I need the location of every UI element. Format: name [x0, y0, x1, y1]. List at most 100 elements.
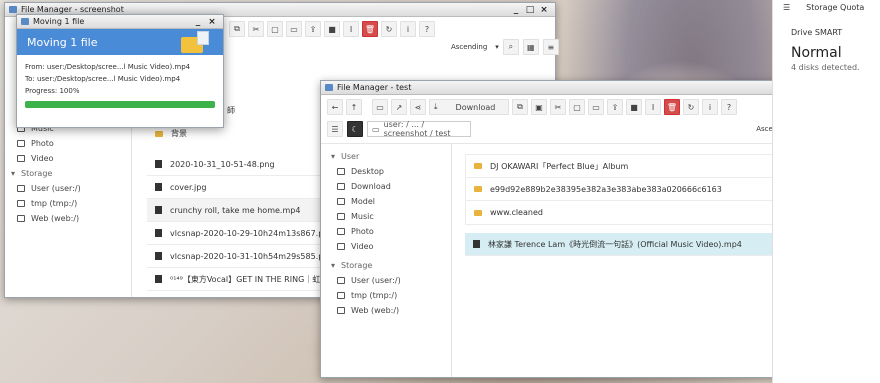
- storage-label: Storage: [341, 261, 373, 270]
- window-title: File Manager - screenshot: [21, 5, 124, 14]
- app-icon: [21, 18, 29, 25]
- folder-label: 師: [227, 106, 235, 115]
- info-icon[interactable]: i: [702, 99, 718, 115]
- dialog-header: Moving 1 file: [17, 29, 223, 55]
- image-file-icon: [155, 252, 162, 260]
- user-header[interactable]: ▾ User: [331, 149, 451, 164]
- sidebar-item-video[interactable]: Video: [331, 239, 451, 254]
- list-item[interactable]: vlcsnap-2020-10-29-10h24m13s867.png: [147, 222, 323, 245]
- list-item[interactable]: crunchy roll, take me home.mp4: [147, 199, 323, 222]
- search-icon[interactable]: ⌕: [502, 39, 519, 55]
- file-name: vlcsnap-2020-10-31-10h54m29s585.png: [170, 251, 323, 261]
- refresh-icon[interactable]: ↻: [683, 99, 699, 115]
- list-item[interactable]: vlcsnap-2020-10-31-10h54m29s585.png: [147, 245, 323, 268]
- sidebar-item-label: Photo: [31, 139, 54, 148]
- file-list: 2020-10-31_10-51-48.png cover.jpg crunch…: [147, 153, 323, 291]
- grid-view-icon[interactable]: ▦: [522, 39, 539, 55]
- open-external-icon[interactable]: ↗: [391, 99, 407, 115]
- maximize-button[interactable]: □: [523, 5, 537, 15]
- sidebar-item-photo[interactable]: Photo: [11, 136, 131, 151]
- select-all-icon[interactable]: ■: [324, 21, 340, 37]
- folder-icon: [474, 209, 482, 216]
- file-name: ⁰¹⁴⁹【東方Vocal】GET IN THE RING｜虹の向こ: [170, 274, 323, 284]
- upload-icon[interactable]: ⇪: [305, 21, 321, 37]
- refresh-icon[interactable]: ↻: [381, 21, 397, 37]
- sidebar-item-photo[interactable]: Photo: [331, 224, 451, 239]
- open-folder-icon[interactable]: ▭: [372, 99, 388, 115]
- folder-icon: ▭: [372, 124, 380, 134]
- copy-icon[interactable]: ⧉: [229, 21, 245, 37]
- dialog-body: From: user:/Desktop/scree...l Music Vide…: [17, 55, 223, 114]
- list-item[interactable]: ⁰¹⁴⁹【東方Vocal】GET IN THE RING｜虹の向こ: [147, 268, 323, 291]
- drive-icon: [17, 200, 25, 207]
- progress-bar: [25, 101, 215, 108]
- sidebar-item-download[interactable]: Download: [331, 179, 451, 194]
- file-name: crunchy roll, take me home.mp4: [170, 205, 301, 215]
- new-file-icon[interactable]: ▢: [569, 99, 585, 115]
- chevron-down-icon: ▾: [495, 43, 499, 51]
- cut-icon[interactable]: ✂: [248, 21, 264, 37]
- folder-name: e99d92e889b2e38395e382a3e383abe383a02066…: [490, 184, 722, 194]
- sidebar-toggle-icon[interactable]: ☰: [327, 121, 343, 137]
- minimize-button[interactable]: _: [509, 5, 523, 15]
- paste-icon[interactable]: ▣: [531, 99, 547, 115]
- user-label: User: [341, 152, 360, 161]
- minimize-button[interactable]: _: [191, 17, 205, 27]
- path-input[interactable]: ▭ user: / ... / screenshot / test: [367, 120, 471, 138]
- video-file-icon: [473, 240, 480, 248]
- sidebar-item-user[interactable]: User (user:/): [331, 273, 451, 288]
- upload-icon[interactable]: ⇪: [607, 99, 623, 115]
- close-button[interactable]: ×: [537, 5, 551, 15]
- back-icon[interactable]: ←: [327, 99, 343, 115]
- move-progress-dialog: Moving 1 file _ × Moving 1 file From: us…: [16, 14, 224, 128]
- rename-icon[interactable]: I: [645, 99, 661, 115]
- new-folder-icon[interactable]: ▭: [588, 99, 604, 115]
- chevron-down-icon: ▾: [331, 261, 336, 270]
- app-icon: [325, 84, 333, 91]
- sidebar-item-model[interactable]: Model: [331, 194, 451, 209]
- storage-header[interactable]: ▾ Storage: [331, 258, 451, 273]
- document-icon: [197, 31, 209, 45]
- sidebar-item-web[interactable]: Web (web:/): [331, 303, 451, 318]
- folder-icon: [155, 130, 163, 137]
- rename-icon[interactable]: I: [343, 21, 359, 37]
- video-icon: [337, 243, 345, 250]
- sidebar-item-label: Photo: [351, 227, 374, 236]
- new-file-icon[interactable]: ▢: [267, 21, 283, 37]
- sidebar-item-video[interactable]: Video: [11, 151, 131, 166]
- sidebar-item-desktop[interactable]: Desktop: [331, 164, 451, 179]
- dialog-titlebar[interactable]: Moving 1 file _ ×: [17, 15, 223, 29]
- sort-select[interactable]: Ascending ▾: [451, 43, 499, 51]
- copy-icon[interactable]: ⧉: [512, 99, 528, 115]
- dark-mode-icon[interactable]: ☾: [347, 121, 363, 137]
- delete-icon[interactable]: 🗑: [664, 99, 680, 115]
- sidebar-item-tmp[interactable]: tmp (tmp:/): [331, 288, 451, 303]
- close-button[interactable]: ×: [205, 17, 219, 27]
- list-view-icon[interactable]: ≡: [542, 39, 559, 55]
- storage-header[interactable]: ▾ Storage: [11, 166, 131, 181]
- image-file-icon: [155, 160, 162, 168]
- sidebar-item-web[interactable]: Web (web:/): [11, 211, 131, 226]
- new-folder-icon[interactable]: ▭: [286, 21, 302, 37]
- up-icon[interactable]: ↑: [346, 99, 362, 115]
- help-icon[interactable]: ?: [419, 21, 435, 37]
- sidebar-item-label: Music: [351, 212, 374, 221]
- delete-icon[interactable]: 🗑: [362, 21, 378, 37]
- menu-icon[interactable]: ☰: [783, 3, 790, 12]
- share-icon[interactable]: ⋖: [410, 99, 426, 115]
- list-item[interactable]: 2020-10-31_10-51-48.png: [147, 153, 323, 176]
- drive-icon: [17, 215, 25, 222]
- select-all-icon[interactable]: ■: [626, 99, 642, 115]
- chevron-down-icon: ▾: [11, 169, 16, 178]
- download-button[interactable]: ⤓ Download: [429, 99, 509, 115]
- sidebar-item-music[interactable]: Music: [331, 209, 451, 224]
- info-icon[interactable]: i: [400, 21, 416, 37]
- help-icon[interactable]: ?: [721, 99, 737, 115]
- sidebar-item-user[interactable]: User (user:/): [11, 181, 131, 196]
- sidebar-item-tmp[interactable]: tmp (tmp:/): [11, 196, 131, 211]
- list-item[interactable]: cover.jpg: [147, 176, 323, 199]
- desktop-icon: [337, 168, 345, 175]
- download-icon: ⤓: [434, 102, 438, 111]
- cut-icon[interactable]: ✂: [550, 99, 566, 115]
- file-name: 林家謙 Terence Lam《時光倒流一句話》(Official Music …: [488, 239, 742, 249]
